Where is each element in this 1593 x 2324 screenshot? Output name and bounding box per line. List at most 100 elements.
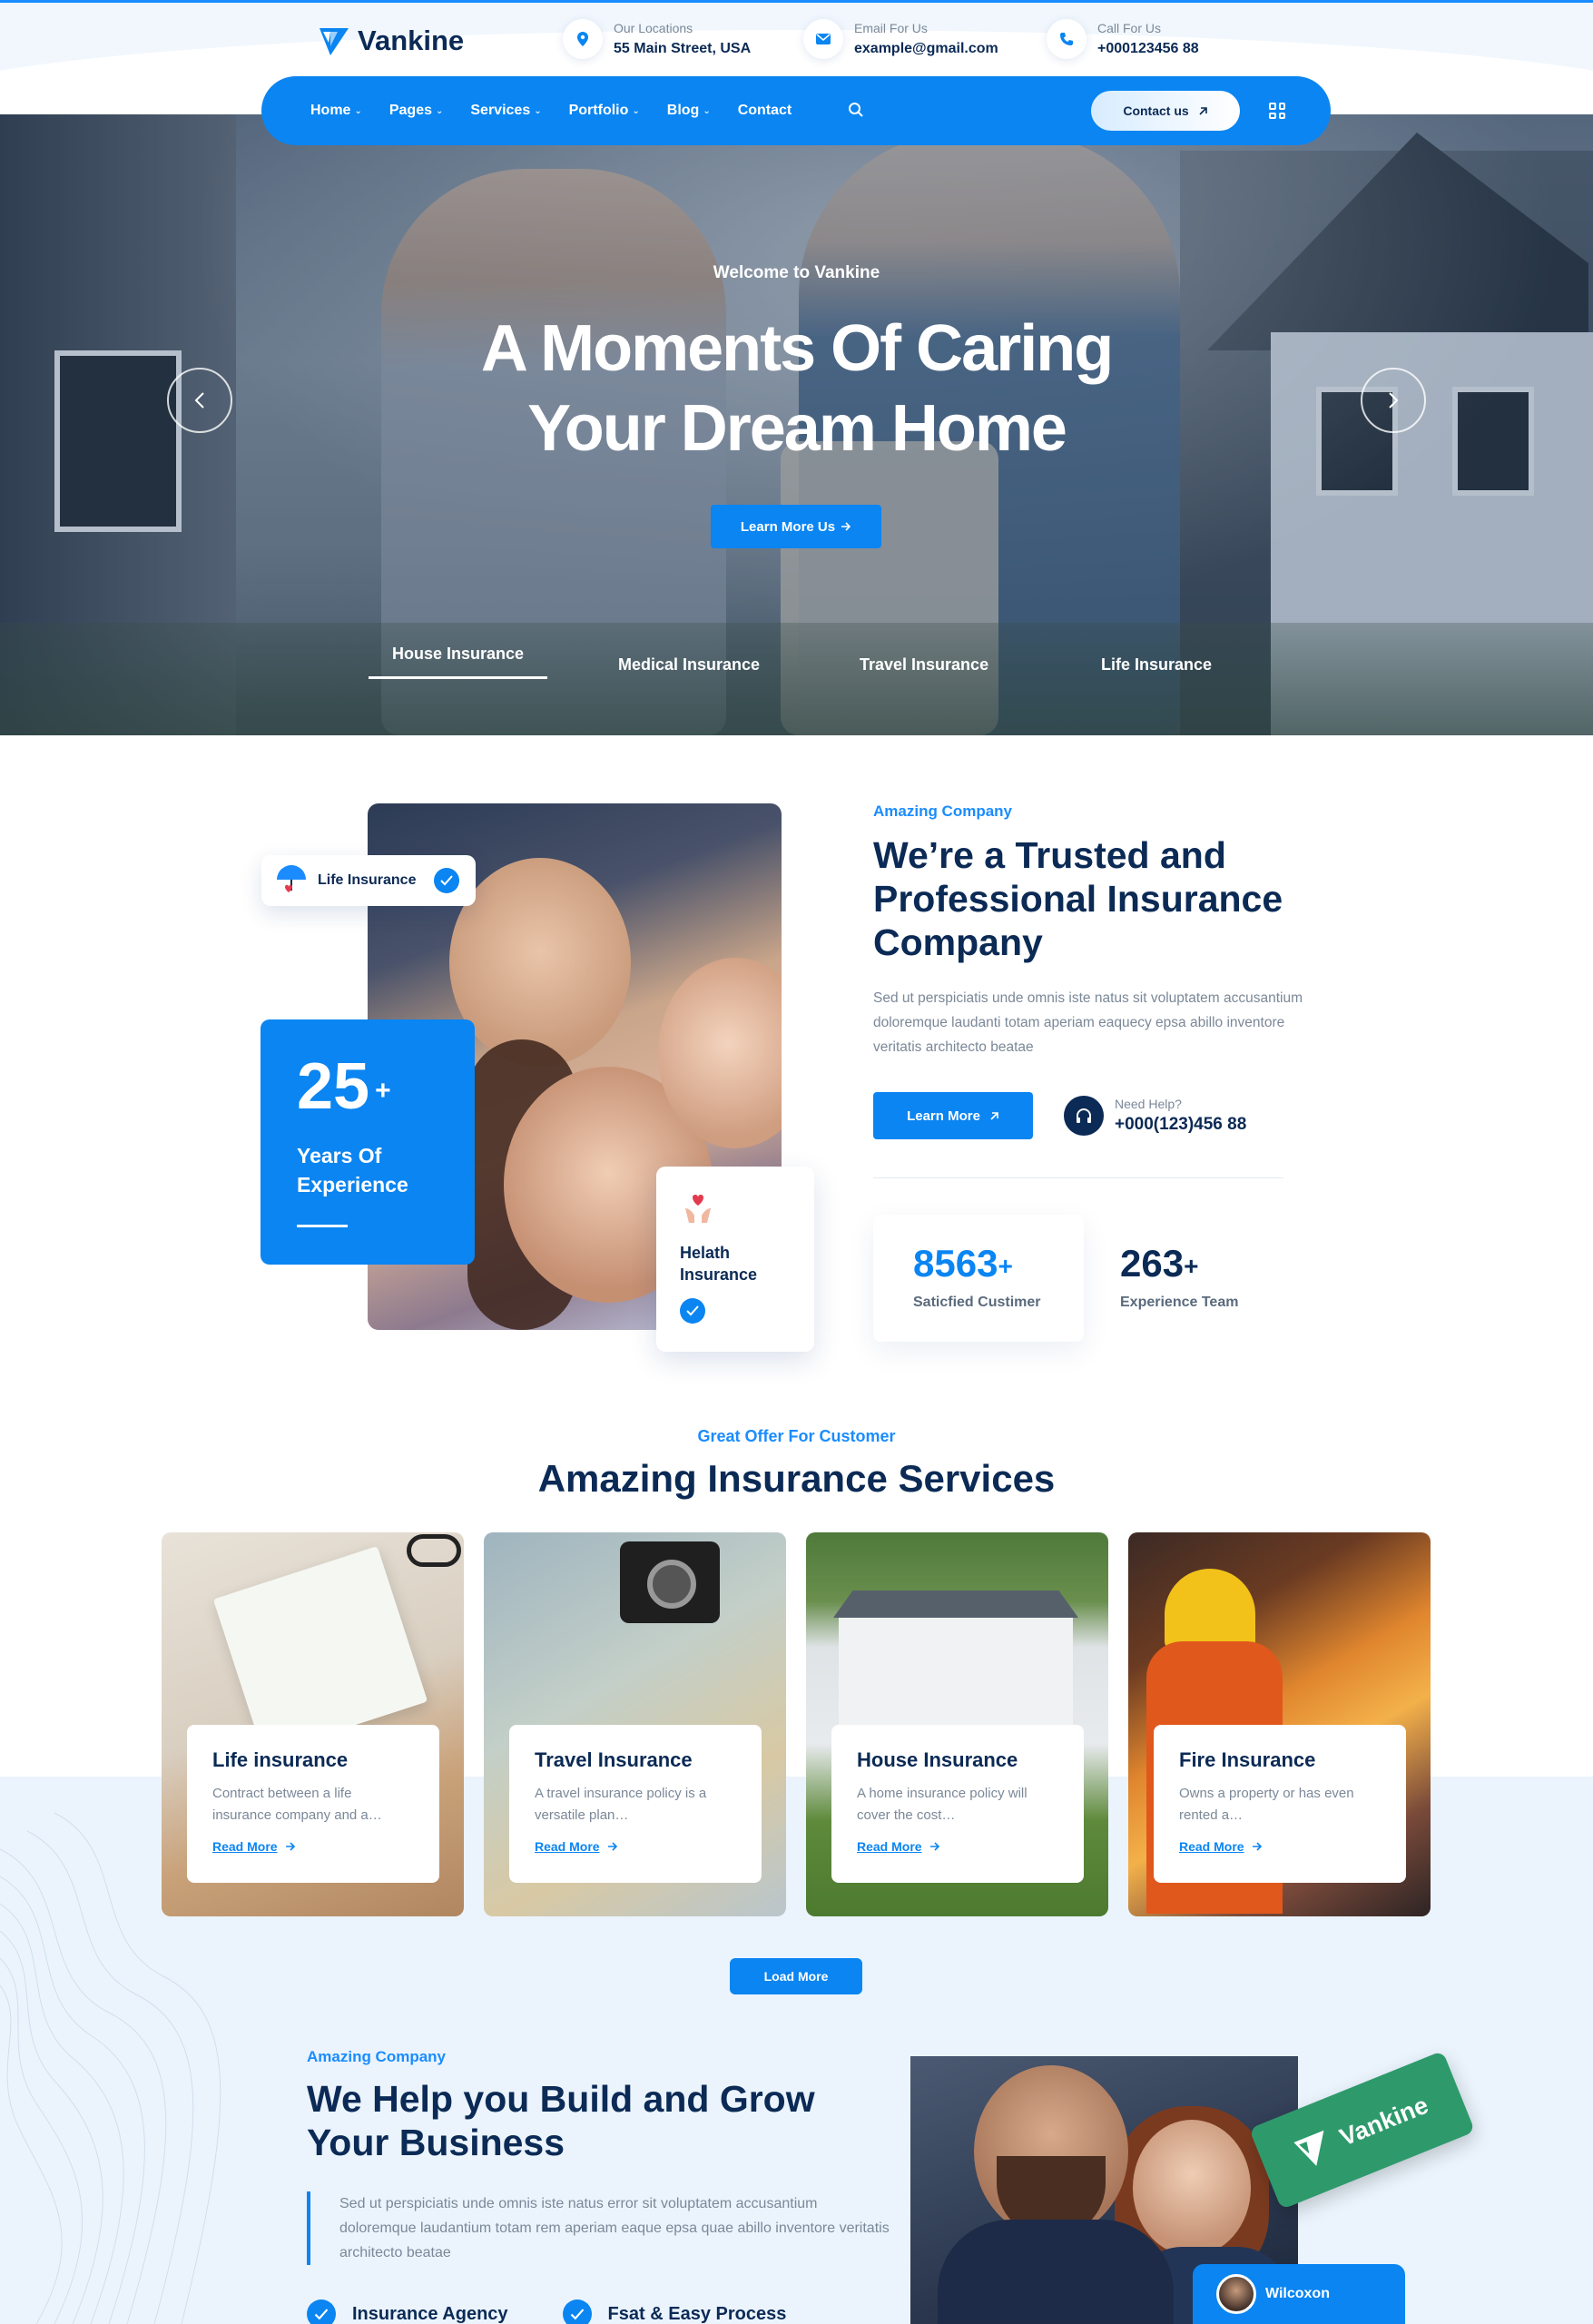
check-icon bbox=[680, 1298, 705, 1324]
feature-insurance-agency: Insurance Agency bbox=[307, 2299, 508, 2324]
grid-menu-icon[interactable] bbox=[1269, 103, 1285, 119]
glasses bbox=[407, 1534, 461, 1567]
nav-pages-label: Pages bbox=[388, 103, 432, 118]
about-stats: 8563+ Saticfied Custimer 263+ Experience… bbox=[873, 1215, 1327, 1342]
nav-contact-label: Contact bbox=[737, 103, 792, 118]
service-title: Travel Insurance bbox=[535, 1748, 693, 1771]
arrow-up-right-icon bbox=[1199, 106, 1207, 115]
policy-paper bbox=[212, 1546, 428, 1755]
nav-portfolio-label: Portfolio bbox=[568, 103, 629, 118]
nav-home[interactable]: Home ⌄ bbox=[310, 103, 362, 119]
nav-search-button[interactable] bbox=[848, 102, 864, 123]
main-navigation: Home ⌄ Pages ⌄ Services ⌄ Portfolio ⌄ Blog ⌄ … bbox=[261, 76, 1331, 145]
service-title: Life insurance bbox=[212, 1748, 349, 1771]
nav-pages[interactable]: Pages ⌄ bbox=[389, 103, 444, 119]
arrow-right-icon bbox=[929, 1842, 939, 1851]
house-facade bbox=[839, 1618, 1073, 1736]
need-help-phone[interactable]: +000(123)456 88 bbox=[1115, 1115, 1246, 1135]
service-description: Owns a property or has even rented a… bbox=[1179, 1786, 1354, 1823]
health-insurance-card: Helath Insurance bbox=[656, 1167, 814, 1352]
search-icon bbox=[849, 103, 863, 117]
avatar bbox=[1216, 2274, 1256, 2314]
header-call: Call For Us +000123456 88 bbox=[1047, 19, 1199, 59]
headphones-icon bbox=[1064, 1096, 1104, 1136]
stat2-plus: + bbox=[1184, 1251, 1199, 1280]
service-card-travel[interactable]: Travel Insurance A travel insurance poli… bbox=[484, 1532, 786, 1916]
grow-title: We Help you Build and Grow Your Business bbox=[307, 2077, 897, 2164]
tab-medical-insurance[interactable]: Medical Insurance bbox=[618, 655, 760, 675]
grow-title-line1: We Help you Build and Grow bbox=[307, 2078, 815, 2120]
contact-us-button[interactable]: Contact us bbox=[1091, 91, 1240, 131]
email-link[interactable]: example@gmail.com bbox=[854, 41, 998, 57]
tab-life-insurance[interactable]: Life Insurance bbox=[1101, 655, 1212, 675]
life-insurance-label: Life Insurance bbox=[318, 872, 417, 888]
read-more-link[interactable]: Read More bbox=[857, 1839, 1058, 1854]
header-email: Email For Us example@gmail.com bbox=[803, 19, 998, 59]
location-value: 55 Main Street, USA bbox=[614, 41, 752, 56]
years-text: Years Of Experience bbox=[297, 1141, 438, 1199]
house-roof bbox=[833, 1590, 1078, 1618]
years-text-line1: Years Of bbox=[297, 1144, 382, 1167]
arrow-up-right-icon bbox=[990, 1111, 998, 1120]
years-text-line2: Experience bbox=[297, 1173, 408, 1196]
feature-fast-process: Fsat & Easy Process bbox=[562, 2299, 786, 2324]
years-number-value: 25 bbox=[297, 1050, 370, 1123]
tab-travel-insurance[interactable]: Travel Insurance bbox=[860, 655, 988, 675]
nav-portfolio[interactable]: Portfolio ⌄ bbox=[569, 103, 640, 119]
hero-insurance-tabs: House Insurance Medical Insurance Travel… bbox=[369, 645, 1222, 699]
hero-slider: Welcome to Vankine A Moments Of Caring Y… bbox=[0, 114, 1593, 735]
nav-contact[interactable]: Contact bbox=[738, 103, 792, 119]
about-section: Amazing Company We’re a Trusted and Prof… bbox=[873, 803, 1327, 1342]
health-insurance-text: Helath Insurance bbox=[680, 1242, 791, 1285]
chevron-down-icon: ⌄ bbox=[534, 105, 542, 116]
service-description: A travel insurance policy is a versatile… bbox=[535, 1786, 707, 1823]
header-location: Our Locations 55 Main Street, USA bbox=[563, 19, 751, 59]
grow-title-line2: Your Business bbox=[307, 2122, 565, 2163]
about-title: We’re a Trusted and Professional Insuran… bbox=[873, 834, 1283, 963]
stat-experience-team: 263+ Experience Team bbox=[1084, 1215, 1294, 1342]
read-more-label: Read More bbox=[857, 1839, 922, 1854]
service-card-house[interactable]: House Insurance A home insurance policy … bbox=[806, 1532, 1108, 1916]
services-title: Amazing Insurance Services bbox=[537, 1457, 1056, 1500]
chevron-down-icon: ⌄ bbox=[354, 105, 362, 116]
need-help-label: Need Help? bbox=[1115, 1097, 1182, 1111]
service-description: Contract between a life insurance compan… bbox=[212, 1786, 382, 1823]
photo-face bbox=[449, 858, 631, 1067]
service-card-life[interactable]: Life insurance Contract between a life i… bbox=[162, 1532, 464, 1916]
phone-link[interactable]: +000123456 88 bbox=[1097, 41, 1199, 57]
email-icon bbox=[803, 19, 843, 59]
load-more-button[interactable]: Load More bbox=[730, 1958, 862, 1994]
person-name-card: Wilcoxon bbox=[1193, 2264, 1405, 2324]
hero-learn-more-button[interactable]: Learn More Us bbox=[711, 505, 881, 548]
logo-text: Vankine bbox=[358, 25, 465, 56]
nav-blog[interactable]: Blog ⌄ bbox=[667, 103, 711, 119]
site-logo[interactable]: Vankine bbox=[318, 25, 464, 57]
tab-house-insurance[interactable]: House Insurance bbox=[369, 645, 548, 679]
stat2-number: 263 bbox=[1120, 1242, 1185, 1285]
service-card-fire[interactable]: Fire Insurance Owns a property or has ev… bbox=[1128, 1532, 1431, 1916]
hero-title-line1: A Moments Of Caring bbox=[480, 312, 1114, 385]
photo-face bbox=[1133, 2120, 1251, 2256]
read-more-label: Read More bbox=[535, 1839, 600, 1854]
umbrella-heart-icon bbox=[277, 865, 306, 892]
service-card-box: Life insurance Contract between a life i… bbox=[187, 1725, 439, 1883]
email-label: Email For Us bbox=[854, 21, 928, 35]
chevron-left-icon bbox=[194, 392, 204, 409]
location-pin-icon bbox=[563, 19, 603, 59]
hero-prev-arrow[interactable] bbox=[167, 368, 232, 433]
call-label: Call For Us bbox=[1097, 21, 1162, 35]
read-more-link[interactable]: Read More bbox=[212, 1839, 414, 1854]
nav-services[interactable]: Services ⌄ bbox=[470, 103, 541, 119]
health-line1: Helath bbox=[680, 1244, 731, 1262]
about-actions: Learn More Need Help? +000(123)456 88 bbox=[873, 1092, 1327, 1139]
stat1-number: 8563 bbox=[913, 1242, 998, 1285]
chevron-down-icon: ⌄ bbox=[435, 105, 444, 116]
read-more-link[interactable]: Read More bbox=[535, 1839, 736, 1854]
hero-next-arrow[interactable] bbox=[1361, 368, 1426, 433]
phone-icon bbox=[1047, 19, 1087, 59]
chevron-down-icon: ⌄ bbox=[632, 105, 640, 116]
about-learn-more-button[interactable]: Learn More bbox=[873, 1092, 1033, 1139]
check-circle-icon bbox=[562, 2299, 592, 2324]
read-more-link[interactable]: Read More bbox=[1179, 1839, 1381, 1854]
years-number: 25 + bbox=[297, 1054, 438, 1119]
